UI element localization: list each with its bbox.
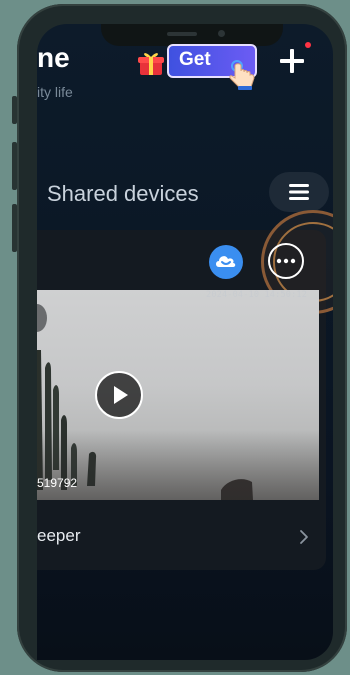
add-device-button[interactable] (277, 42, 311, 76)
speaker-grille (167, 32, 197, 36)
pointer-hand-icon (229, 60, 255, 90)
promo-get-button[interactable]: Get (137, 38, 261, 90)
camera-timestamp: 2024-04-10 14:50:12 (206, 290, 308, 300)
chevron-right-icon[interactable] (297, 528, 311, 546)
menu-button[interactable] (269, 172, 329, 212)
gift-icon (138, 53, 164, 75)
front-camera (218, 30, 225, 37)
preview-shade (37, 430, 319, 500)
device-name[interactable]: eeper (37, 526, 80, 546)
hamburger-menu-icon (289, 184, 309, 200)
section-title-shared-devices: Shared devices (47, 181, 199, 206)
app-screen: ne ity life Get Shared devices 519792 20… (37, 24, 333, 660)
notification-dot (305, 42, 311, 48)
more-options-icon (268, 243, 304, 279)
play-icon[interactable] (95, 371, 143, 419)
page-subtitle: ity life (37, 84, 73, 100)
promo-label: Get (179, 49, 211, 70)
cloud-icon[interactable] (209, 245, 243, 279)
page-title: ne (37, 42, 70, 73)
more-options-button[interactable] (267, 242, 305, 280)
plus-icon (280, 49, 304, 73)
camera-id-overlay: 519792 (37, 476, 78, 490)
camera-preview[interactable]: 519792 (37, 290, 319, 500)
